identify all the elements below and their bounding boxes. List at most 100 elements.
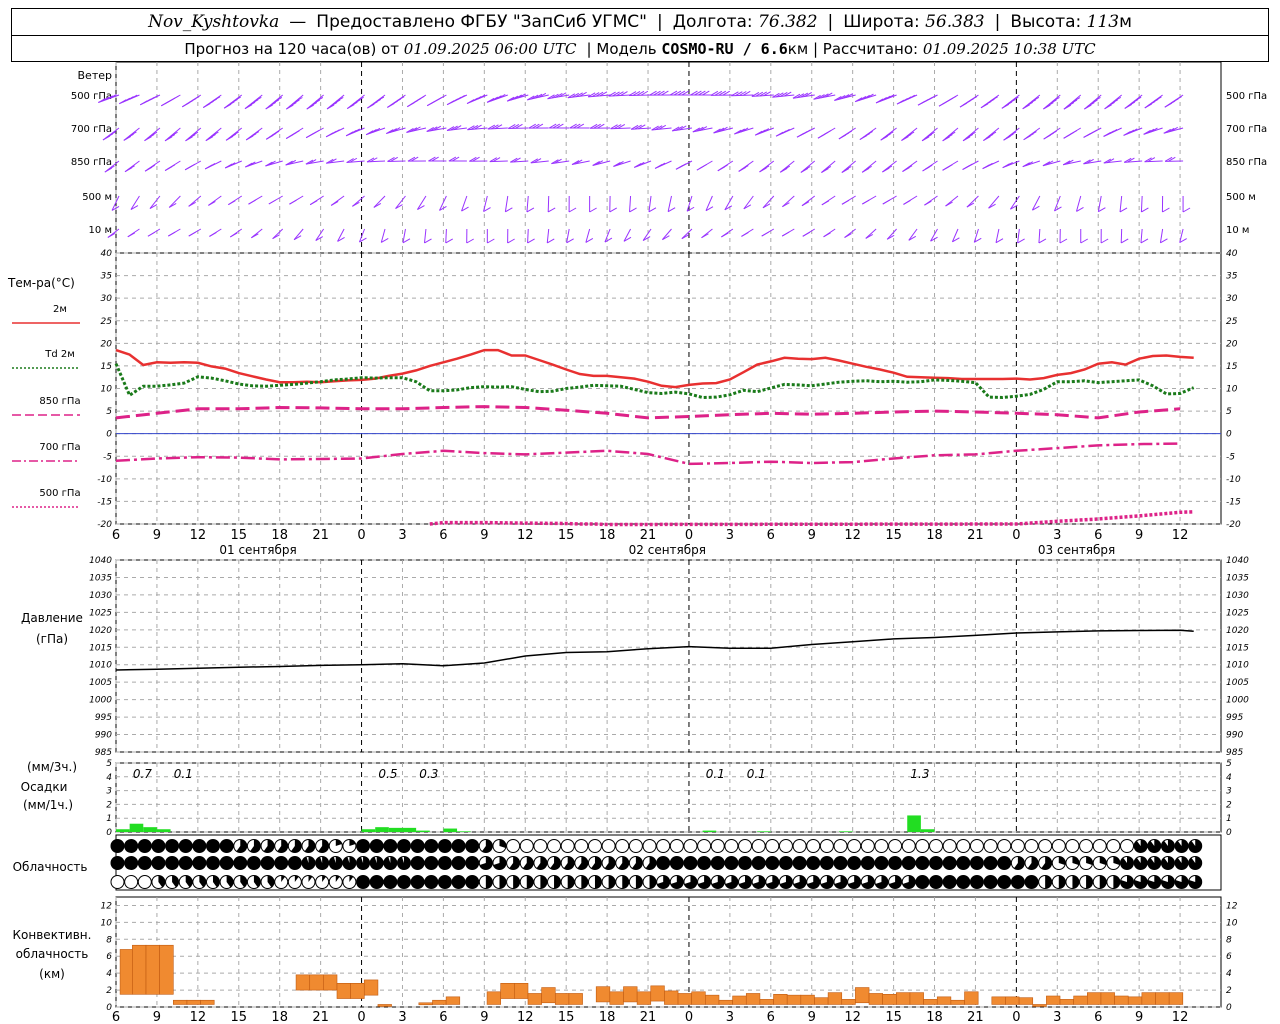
wind-barb-feather [1140,238,1149,244]
wind-barb [896,94,918,105]
wind-barb [988,195,1000,209]
wind-barb-feather [609,207,618,213]
cloud-cover-symbol [328,875,343,889]
cloud-cover-symbol [451,875,466,889]
wind-barb [1097,195,1106,213]
cloud-cover-symbol [819,875,834,889]
wind-barb [690,90,713,96]
cloud-fill [581,875,588,889]
conv-bar [119,949,133,995]
cloud-fill [697,856,711,870]
wind-barb-feather [761,231,769,237]
cloud-cover-symbol [301,875,316,889]
wind-barb [821,160,836,174]
wind-barb-feather [376,96,385,102]
wind-barb [293,228,304,241]
temp-axis-date-label: 01 сентября [219,543,296,557]
wind-barb [507,228,515,244]
wind-barb-feather [1007,99,1016,104]
conv-bar [718,999,733,1005]
wind-barb [1080,228,1088,244]
pres-y-tick: 1035 [89,573,112,583]
conv-bar [186,999,201,1005]
cloud-cover-symbol [356,875,371,889]
conv-axis-hour-label: 18 [271,1010,288,1024]
conv-axis-hour-label: 18 [926,1010,943,1024]
cloud-fill [111,839,124,853]
wind-barb [417,195,427,210]
cloud-fill [111,856,124,870]
cloud-fill [752,856,766,870]
prec-bar [388,827,403,832]
wind-barb [285,94,304,110]
conv-bar [500,983,515,999]
cloud-cover-symbol [1024,839,1039,853]
cloud-circle [874,839,889,853]
temp-y-tick-right: -15 [1226,497,1241,507]
conv-bar [923,999,938,1005]
wind-barb [675,160,693,170]
wind-barb [880,127,897,141]
cloud-circle [574,839,589,853]
wind-barb-feather [424,238,432,244]
cloud-cover-symbol [628,875,643,889]
wind-barb-staff [1017,228,1020,243]
pres-y-tick-right: 1025 [1226,608,1249,618]
wind-barb [623,228,632,242]
wind-barb [775,127,795,137]
cloud-fill [465,875,479,889]
cloud-cover-symbol [1092,875,1107,889]
cloud-fill [970,875,984,889]
conv-y-tick: 6 [106,952,112,962]
cloud-cover-symbol [1120,875,1135,889]
cloud-cover-symbol [110,839,125,853]
temp-axis-hour-label: 18 [271,528,288,543]
cloud-cover-symbol [806,839,821,853]
conv-title-2: облачность [16,947,89,961]
cloud-cover-symbol [956,875,971,889]
wind-barb [223,94,243,109]
pres-y-tick: 1025 [89,608,112,618]
wind-barb-feather [904,165,913,171]
cloud-cover-symbol [1051,839,1066,853]
cloud-cover-symbol [356,839,371,853]
cloud-fill [649,875,657,889]
wind-barb [901,127,918,141]
cloud-cover-symbol [547,875,562,889]
cloud-cover-symbol [751,875,766,889]
cloud-fill [233,856,247,870]
wind-barb-feather [576,123,585,129]
cloud-cover-symbol [165,856,180,870]
cloud-cover-symbol [969,839,984,853]
cloud-cover-symbol [969,856,984,870]
wind-barb-feather [1127,101,1136,107]
cloud-fill [151,856,165,870]
cloud-cover-symbol [205,839,220,853]
cloud-fill [438,856,452,870]
wind-barb-staff [1097,195,1102,212]
cloud-circle [669,839,684,853]
temp-y-tick-right: 30 [1226,294,1238,304]
cloud-fill [261,856,275,870]
cloud-cover-symbol [738,856,753,870]
temp-series-line [115,348,1194,389]
temp-axis-hour-label: 6 [767,528,775,543]
cloud-cover-symbol [410,856,425,870]
cloud-cover-symbol [519,839,534,853]
cloud-cover-symbol [847,875,862,889]
cloud-cover-symbol [560,875,575,889]
cloud-fill [124,839,138,853]
cloud-circle [137,875,152,889]
temp-y-tick: 25 [101,317,113,327]
cloud-cover-symbol [669,839,684,853]
cloud-fill [342,856,356,870]
wind-barb [1159,228,1168,244]
wind-barb-staff [265,94,284,110]
cloud-circle [587,839,602,853]
cloud-cover-symbol [819,856,834,870]
cloud-fill [383,875,397,889]
cloud-circle [683,839,698,853]
wind-barb-feather [466,238,474,244]
cloud-cover-symbol [192,875,207,889]
wind-barb [667,195,676,213]
